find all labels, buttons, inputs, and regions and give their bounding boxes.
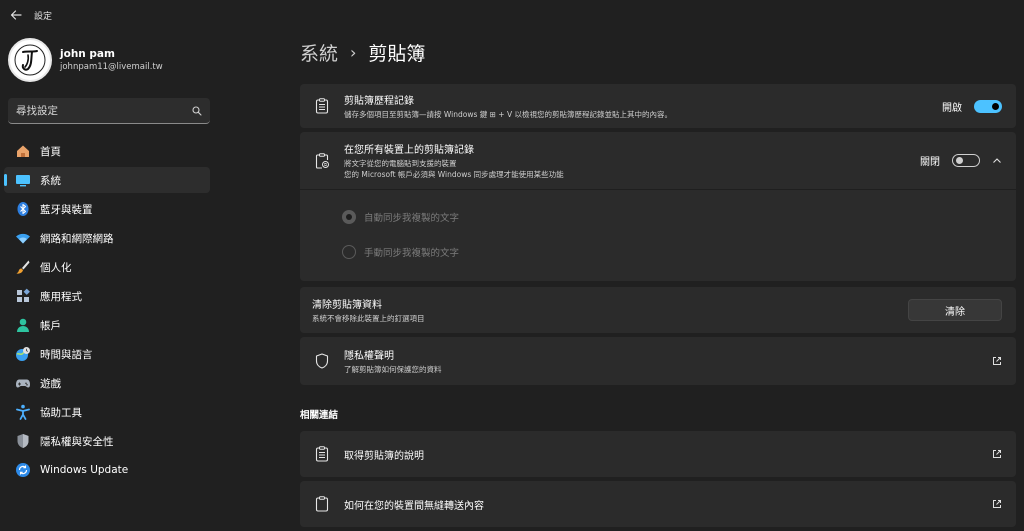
- wifi-icon: [14, 229, 32, 247]
- sidebar: john pam johnpam11@livemail.tw 首頁 系統 藍牙與…: [0, 30, 220, 531]
- globe-clock-icon: [14, 345, 32, 363]
- privacy-statement-title: 隱私權聲明: [344, 351, 394, 362]
- clear-clipboard-subtitle: 系統不會移除此裝置上的釘選項目: [312, 314, 425, 323]
- back-button[interactable]: [2, 0, 30, 30]
- sidebar-item-system[interactable]: 系統: [4, 167, 210, 193]
- title-bar: 設定: [0, 0, 1024, 30]
- sidebar-item-accessibility[interactable]: 協助工具: [4, 399, 210, 425]
- related-link-transfer-label: 如何在您的裝置間無縫轉送內容: [344, 500, 484, 512]
- breadcrumb-separator: ›: [350, 42, 357, 62]
- clear-button[interactable]: 清除: [908, 299, 1002, 321]
- back-arrow-icon: [10, 10, 22, 20]
- sync-option-auto-label: 自動同步我複製的文字: [364, 212, 460, 224]
- sidebar-item-windows-update[interactable]: Windows Update: [4, 457, 210, 483]
- profile-email: johnpam11@livemail.tw: [60, 62, 163, 72]
- sidebar-item-time-language[interactable]: 時間與語言: [4, 341, 210, 367]
- sidebar-item-bluetooth[interactable]: 藍牙與裝置: [4, 196, 210, 222]
- gamepad-icon: [14, 374, 32, 392]
- clear-clipboard-title: 清除剪貼簿資料: [312, 300, 382, 311]
- clipboard-sync-card: 在您所有裝置上的剪貼簿記錄 將文字從您的電腦貼到支援的裝置 您的 Microso…: [300, 132, 1016, 281]
- clipboard-sync-toggle[interactable]: [952, 154, 980, 167]
- external-link-icon[interactable]: [992, 356, 1002, 366]
- sidebar-item-personalization[interactable]: 個人化: [4, 254, 210, 280]
- main-content: 系統 › 剪貼簿 剪貼簿歷程記錄 儲存多個項目至剪貼簿—請按 Windows 鍵…: [300, 30, 1016, 531]
- sync-option-manual[interactable]: 手動同步我複製的文字: [300, 234, 1016, 269]
- bluetooth-icon: [14, 200, 32, 218]
- sidebar-item-privacy[interactable]: 隱私權與安全性: [4, 428, 210, 454]
- accessibility-icon: [14, 403, 32, 421]
- page-title: 剪貼簿: [368, 42, 426, 65]
- related-links-heading: 相關連結: [300, 410, 339, 421]
- clipboard-history-toggle[interactable]: [974, 99, 1002, 113]
- breadcrumb-parent[interactable]: 系統: [300, 39, 338, 66]
- sync-options: 自動同步我複製的文字 手動同步我複製的文字: [300, 190, 1016, 281]
- chevron-up-icon[interactable]: [992, 156, 1002, 166]
- clipboard-sync-subtitle-line2: 您的 Microsoft 帳戶必須與 Windows 同步處理才能使用某些功能: [344, 170, 564, 179]
- home-icon: [14, 142, 32, 160]
- sidebar-item-network[interactable]: 網路和網際網路: [4, 225, 210, 251]
- app-title: 設定: [34, 11, 53, 22]
- clipboard-sync-icon: [314, 152, 330, 169]
- sync-option-auto[interactable]: 自動同步我複製的文字: [300, 199, 1016, 234]
- search-input[interactable]: [8, 104, 184, 117]
- shield-icon: [14, 432, 32, 450]
- radio-manual[interactable]: [342, 244, 356, 259]
- clipboard-history-card: 剪貼簿歷程記錄 儲存多個項目至剪貼簿—請按 Windows 鍵 ⊞ + V 以檢…: [300, 84, 1016, 128]
- search-box[interactable]: [8, 98, 210, 124]
- privacy-shield-icon: [314, 353, 330, 369]
- clear-clipboard-card: 清除剪貼簿資料 系統不會移除此裝置上的釘選項目 清除: [300, 287, 1016, 333]
- external-link-icon[interactable]: [992, 499, 1002, 509]
- sidebar-item-home[interactable]: 首頁: [4, 138, 210, 164]
- clipboard-sync-subtitle: 將文字從您的電腦貼到支援的裝置 您的 Microsoft 帳戶必須與 Windo…: [344, 158, 920, 180]
- clipboard-history-title: 剪貼簿歷程記錄: [344, 96, 414, 107]
- privacy-statement-subtitle: 了解剪貼簿如何保護您的資料: [344, 365, 442, 374]
- sidebar-item-gaming[interactable]: 遊戲: [4, 370, 210, 396]
- clipboard-sync-title: 在您所有裝置上的剪貼簿記錄: [344, 145, 474, 156]
- breadcrumb: 系統 › 剪貼簿: [300, 30, 1016, 74]
- sidebar-item-accounts[interactable]: 帳戶: [4, 312, 210, 338]
- apps-icon: [14, 287, 32, 305]
- search-icon[interactable]: [184, 105, 210, 116]
- account-icon: [14, 316, 32, 334]
- nav-list: 首頁 系統 藍牙與裝置 網路和網際網路 個人化 應用程式 帳戶 時間與語言 遊戲…: [4, 138, 210, 486]
- user-profile[interactable]: john pam johnpam11@livemail.tw: [8, 38, 163, 82]
- clipboard-history-subtitle: 儲存多個項目至剪貼簿—請按 Windows 鍵 ⊞ + V 以檢視您的剪貼簿歷程…: [344, 110, 672, 119]
- privacy-statement-card[interactable]: 隱私權聲明 了解剪貼簿如何保護您的資料: [300, 337, 1016, 385]
- sync-option-manual-label: 手動同步我複製的文字: [364, 247, 460, 259]
- external-link-icon[interactable]: [992, 449, 1002, 459]
- update-icon: [14, 461, 32, 479]
- clipboard-sync-state: 關閉: [920, 157, 940, 168]
- system-icon: [14, 171, 32, 189]
- avatar-monogram-icon: [14, 44, 46, 76]
- brush-icon: [14, 258, 32, 276]
- related-link-transfer[interactable]: 如何在您的裝置間無縫轉送內容: [300, 481, 1016, 527]
- clipboard-sync-subtitle-line1: 將文字從您的電腦貼到支援的裝置: [344, 159, 457, 168]
- clipboard-history-state: 開啟: [942, 102, 962, 114]
- avatar: [8, 38, 52, 82]
- radio-auto[interactable]: [342, 209, 356, 224]
- sidebar-item-apps[interactable]: 應用程式: [4, 283, 210, 309]
- clipboard-list-icon: [314, 98, 330, 114]
- clipboard-list-icon: [314, 446, 330, 462]
- related-link-help-label: 取得剪貼簿的說明: [344, 450, 424, 462]
- related-link-help[interactable]: 取得剪貼簿的說明: [300, 431, 1016, 477]
- clipboard-icon: [314, 496, 330, 512]
- profile-name: john pam: [60, 48, 115, 60]
